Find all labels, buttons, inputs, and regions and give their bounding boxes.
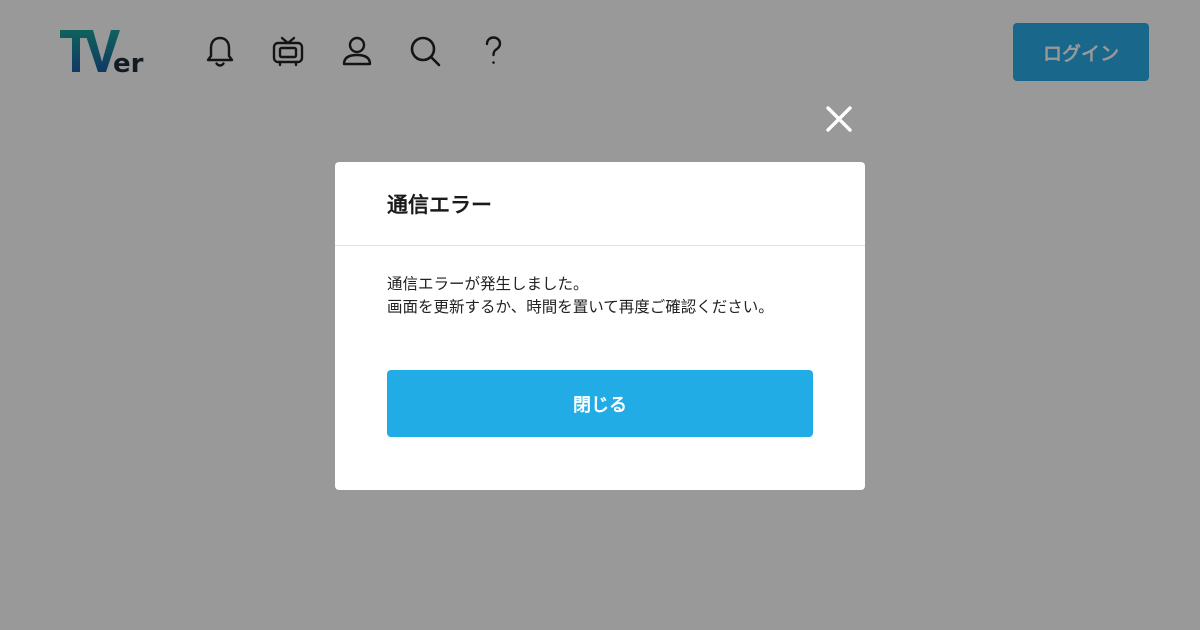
dialog-header: 通信エラー [335, 162, 865, 246]
modal-overlay[interactable]: 通信エラー 通信エラーが発生しました。 画面を更新するか、時間を置いて再度ご確認… [0, 0, 1200, 630]
error-dialog: 通信エラー 通信エラーが発生しました。 画面を更新するか、時間を置いて再度ご確認… [335, 162, 865, 490]
dialog-body: 通信エラーが発生しました。 画面を更新するか、時間を置いて再度ご確認ください。 [335, 246, 865, 319]
dialog-message-line1: 通信エラーが発生しました。 [387, 275, 589, 293]
dialog-title: 通信エラー [387, 192, 492, 217]
close-icon[interactable] [820, 100, 858, 138]
close-button[interactable]: 閉じる [387, 370, 813, 437]
dialog-message-line2: 画面を更新するか、時間を置いて再度ご確認ください。 [387, 298, 774, 316]
